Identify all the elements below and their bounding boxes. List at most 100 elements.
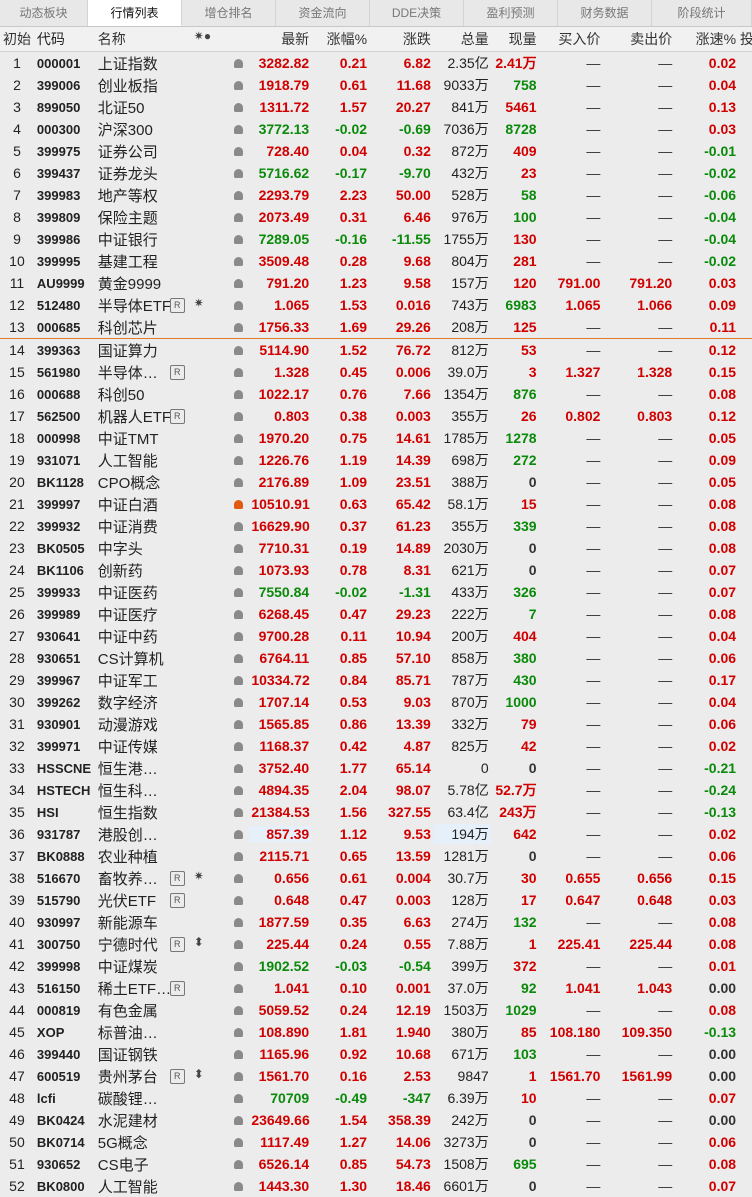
alert-cell[interactable] (227, 650, 249, 666)
alert-cell[interactable] (227, 386, 249, 402)
table-row[interactable]: 7 399983 地产等权 2293.79 2.23 50.00 528万 58 — — -0.06 (0, 184, 752, 206)
tab-2[interactable]: 增仓排名 (182, 0, 276, 26)
tab-4[interactable]: DDE决策 (370, 0, 464, 26)
alert-cell[interactable] (227, 496, 249, 512)
bell-icon[interactable] (233, 610, 243, 619)
bell-icon[interactable] (233, 654, 243, 663)
bell-icon[interactable] (233, 147, 243, 156)
alert-cell[interactable] (227, 562, 249, 578)
bell-icon[interactable] (233, 1138, 243, 1147)
alert-cell[interactable] (227, 980, 249, 996)
alert-cell[interactable] (227, 1024, 249, 1040)
bell-icon[interactable] (233, 676, 243, 685)
table-row[interactable]: 12 512480 半导体ETF R ✷ 1.065 1.53 0.016 743万 6983 1.… (0, 294, 752, 316)
bell-icon[interactable] (233, 808, 243, 817)
table-row[interactable]: 27 930641 中证中药 9700.28 0.11 10.94 200万 404 — — 0.0… (0, 625, 752, 647)
alert-cell[interactable] (227, 342, 249, 358)
table-row[interactable]: 51 930652 CS电子 6526.14 0.85 54.73 1508万 695 — — 0.… (0, 1153, 752, 1175)
table-row[interactable]: 41 300750 宁德时代 R ⬍ 225.44 0.24 0.55 7.88万 1 225.41… (0, 933, 752, 955)
table-row[interactable]: 3 899050 北证50 1311.72 1.57 20.27 841万 5461 — — 0.1… (0, 96, 752, 118)
alert-cell[interactable] (227, 1112, 249, 1128)
alert-cell[interactable] (227, 474, 249, 490)
bell-icon[interactable] (233, 1050, 243, 1059)
table-row[interactable]: 1 000001 上证指数 3282.82 0.21 6.82 2.35亿 2.41万 — — 0.… (0, 52, 752, 74)
alert-cell[interactable] (227, 231, 249, 247)
table-row[interactable]: 52 BK0800 人工智能 1443.30 1.30 18.46 6601万 0 — — 0.07 (0, 1175, 752, 1197)
table-row[interactable]: 39 515790 光伏ETF R 0.648 0.47 0.003 128万 17 0.647 0… (0, 889, 752, 911)
header-code[interactable]: 代码 (34, 29, 96, 49)
bell-icon[interactable] (233, 323, 243, 332)
table-row[interactable]: 24 BK1106 创新药 1073.93 0.78 8.31 621万 0 — — 0.07 (0, 559, 752, 581)
table-row[interactable]: 42 399998 中证煤炭 1902.52 -0.03 -0.54 399万 372 — — 0.… (0, 955, 752, 977)
bell-icon[interactable] (233, 1094, 243, 1103)
bell-icon[interactable] (233, 368, 243, 377)
alert-cell[interactable] (227, 165, 249, 181)
table-row[interactable]: 5 399975 证券公司 728.40 0.04 0.32 872万 409 — — -0.01 (0, 140, 752, 162)
header-bid[interactable]: 买入价 (539, 29, 603, 49)
table-row[interactable]: 47 600519 贵州茅台 R ⬍ 1561.70 0.16 2.53 9847 1 1561.7… (0, 1065, 752, 1087)
table-row[interactable]: 49 BK0424 水泥建材 23649.66 1.54 358.39 242万 0 — — 0.0… (0, 1109, 752, 1131)
table-row[interactable]: 22 399932 中证消费 16629.90 0.37 61.23 355万 339 — — 0.… (0, 515, 752, 537)
bell-icon[interactable] (233, 918, 243, 927)
table-row[interactable]: 40 930997 新能源车 1877.59 0.35 6.63 274万 132 — — 0.08 (0, 911, 752, 933)
alert-cell[interactable] (227, 452, 249, 468)
bell-icon[interactable] (233, 434, 243, 443)
alert-cell[interactable] (227, 518, 249, 534)
alert-cell[interactable] (227, 716, 249, 732)
header-last[interactable]: 最新 (249, 29, 311, 49)
bell-icon[interactable] (233, 874, 243, 883)
bell-icon[interactable] (233, 346, 243, 355)
alert-cell[interactable] (227, 430, 249, 446)
table-row[interactable]: 36 931787 港股创新药 857.39 1.12 9.53 194万 642 — — 0.02 (0, 823, 752, 845)
table-row[interactable]: 13 000685 科创芯片 1756.33 1.69 29.26 208万 125 — — 0.1… (0, 316, 752, 339)
bell-icon[interactable] (233, 632, 243, 641)
alert-cell[interactable] (227, 606, 249, 622)
bell-icon[interactable] (233, 1182, 243, 1191)
bell-icon[interactable] (233, 1160, 243, 1169)
header-spd[interactable]: 涨速% (674, 29, 738, 49)
header-name[interactable]: 名称 ✷● (96, 29, 228, 49)
alert-cell[interactable] (227, 826, 249, 842)
table-row[interactable]: 2 399006 创业板指 1918.79 0.61 11.68 9033万 758 — — 0.0… (0, 74, 752, 96)
table-row[interactable]: 23 BK0505 中字头 7710.31 0.19 14.89 2030万 0 — — 0.08 (0, 537, 752, 559)
bell-icon[interactable] (233, 213, 243, 222)
table-row[interactable]: 6 399437 证券龙头 5716.62 -0.17 -9.70 432万 23 — — -0.0… (0, 162, 752, 184)
bell-icon[interactable] (233, 103, 243, 112)
table-row[interactable]: 10 399995 基建工程 3509.48 0.28 9.68 804万 281 — — -0.0… (0, 250, 752, 272)
alert-cell[interactable] (227, 1178, 249, 1194)
bell-icon[interactable] (233, 125, 243, 134)
bell-icon[interactable] (233, 940, 243, 949)
bell-icon[interactable] (233, 566, 243, 575)
alert-cell[interactable] (227, 1156, 249, 1172)
bell-icon[interactable] (233, 169, 243, 178)
table-row[interactable]: 38 516670 畜牧养殖ETFR ✷ 0.656 0.61 0.004 30.7万 30 0.… (0, 867, 752, 889)
bell-icon[interactable] (233, 786, 243, 795)
bell-icon[interactable] (233, 59, 243, 68)
bell-icon[interactable] (233, 500, 243, 509)
alert-cell[interactable] (227, 319, 249, 335)
table-row[interactable]: 9 399986 中证银行 7289.05 -0.16 -11.55 1755万 130 — — -… (0, 228, 752, 250)
table-row[interactable]: 14 399363 国证算力 5114.90 1.52 76.72 812万 53 — — 0.12 (0, 339, 752, 361)
alert-cell[interactable] (227, 782, 249, 798)
alert-cell[interactable] (227, 275, 249, 291)
table-row[interactable]: 4 000300 沪深300 3772.13 -0.02 -0.69 7036万 8728 — —… (0, 118, 752, 140)
alert-cell[interactable] (227, 760, 249, 776)
bell-icon[interactable] (233, 478, 243, 487)
table-row[interactable]: 44 000819 有色金属 5059.52 0.24 12.19 1503万 1029 — — 0… (0, 999, 752, 1021)
table-row[interactable]: 43 516150 稀土ETF嘉实R 1.041 0.10 0.001 37.0万 92 1.0… (0, 977, 752, 999)
bell-icon[interactable] (233, 1116, 243, 1125)
alert-cell[interactable] (227, 804, 249, 820)
alert-cell[interactable] (227, 1046, 249, 1062)
bell-icon[interactable] (233, 456, 243, 465)
table-row[interactable]: 26 399989 中证医疗 6268.45 0.47 29.23 222万 7 — — 0.08 (0, 603, 752, 625)
bell-icon[interactable] (233, 279, 243, 288)
alert-cell[interactable] (227, 1002, 249, 1018)
alert-cell[interactable] (227, 253, 249, 269)
alert-cell[interactable] (227, 408, 249, 424)
header-extra[interactable]: 投 (738, 29, 752, 49)
header-ask[interactable]: 卖出价 (602, 29, 674, 49)
table-row[interactable]: 30 399262 数字经济 1707.14 0.53 9.03 870万 1000 — — 0.0… (0, 691, 752, 713)
table-row[interactable]: 28 930651 CS计算机 6764.11 0.85 57.10 858万 380 — — 0.… (0, 647, 752, 669)
alert-cell[interactable] (227, 848, 249, 864)
alert-cell[interactable] (227, 364, 249, 380)
